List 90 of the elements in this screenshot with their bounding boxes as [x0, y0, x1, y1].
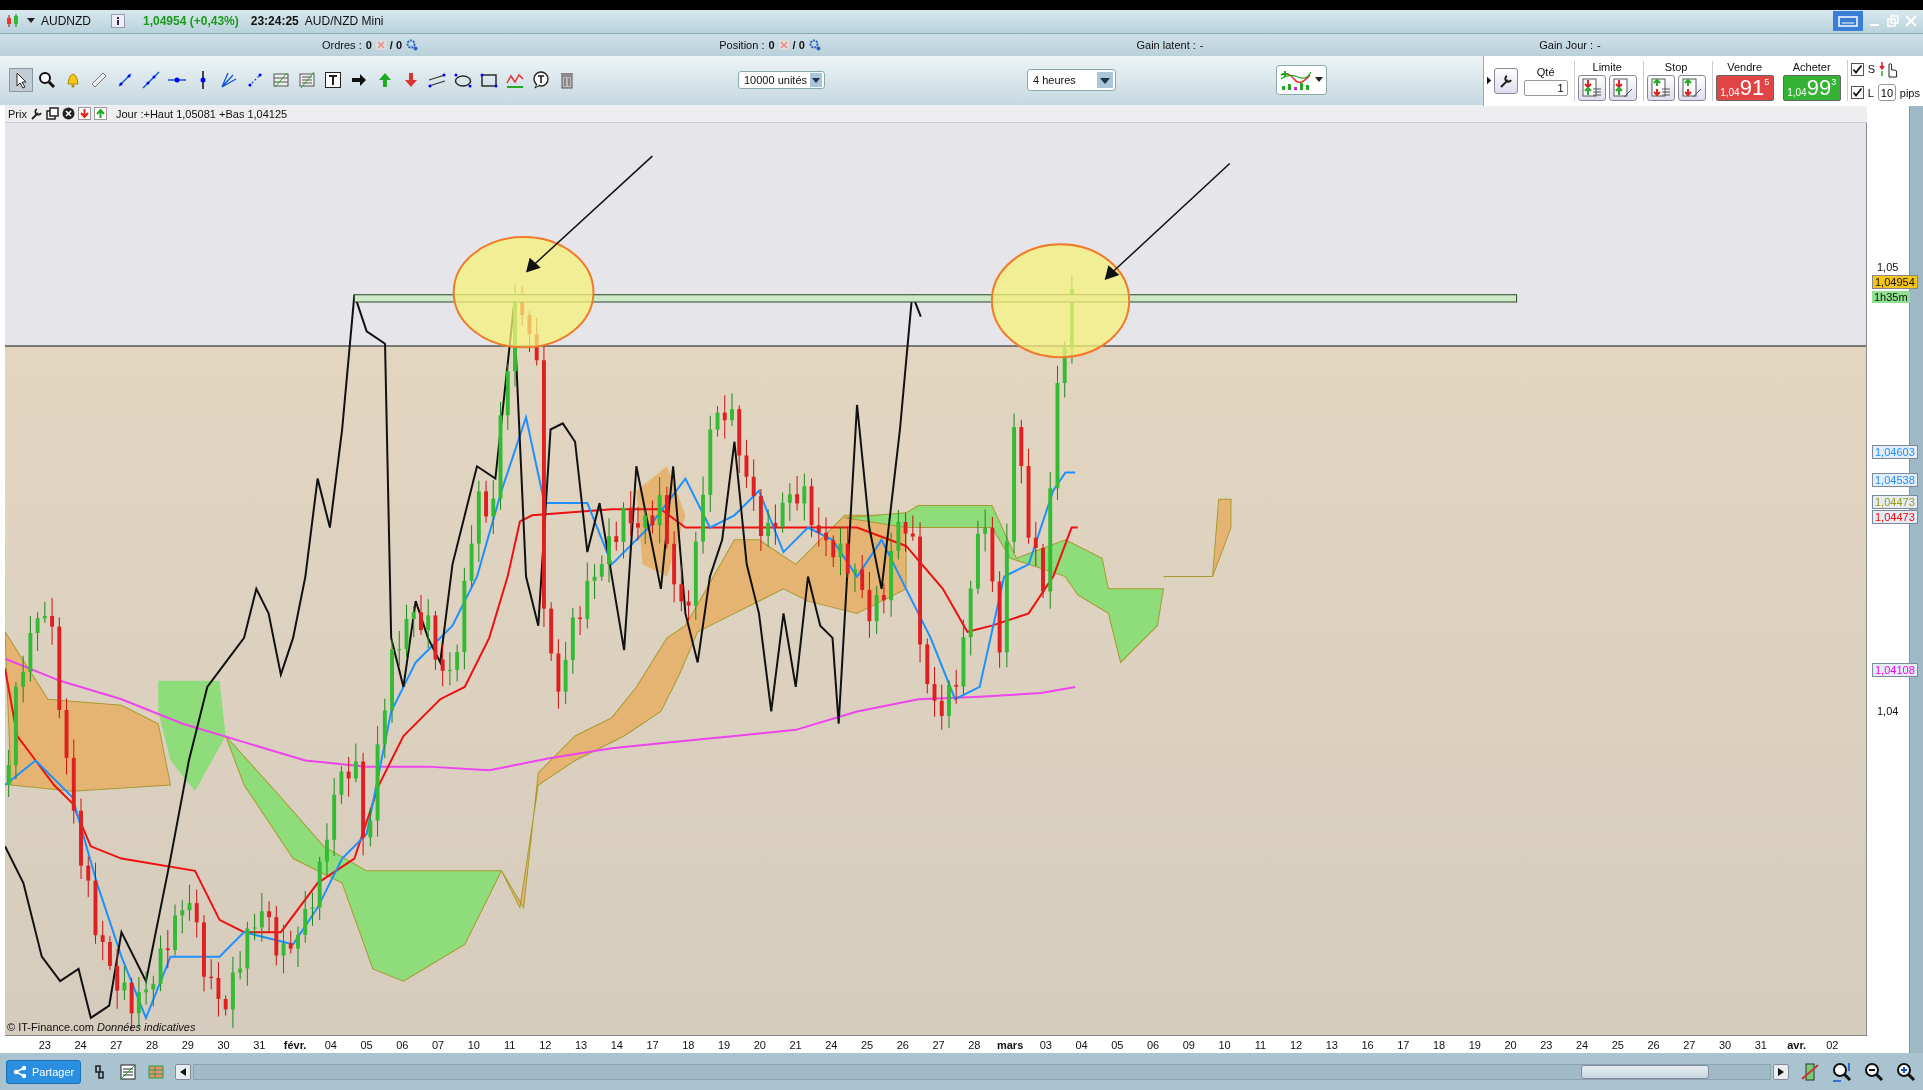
axis-label: 20: [1503, 1038, 1518, 1051]
buy-label: Acheter: [1792, 60, 1831, 73]
axis-label: 18: [681, 1038, 696, 1051]
axis-label: 06: [1146, 1038, 1161, 1051]
indicator-value-label: 1,04538: [1872, 473, 1918, 488]
price-change: 1,04954 (+0,43%): [143, 14, 239, 29]
info-label: Position :: [719, 38, 765, 51]
info-label: Gain latent :: [1136, 38, 1196, 51]
axis-label: 24: [73, 1038, 88, 1051]
axis-label: 31: [252, 1038, 267, 1051]
axis-label: 27: [1682, 1038, 1697, 1051]
info-count: 0: [365, 38, 372, 51]
axis-label: 17: [645, 1038, 660, 1051]
axis-label: 02: [1825, 1038, 1840, 1051]
quantity-label: Qté: [1536, 65, 1555, 78]
chart-label: Prix: [8, 107, 27, 120]
last-price-label: 1,04954: [1872, 275, 1918, 290]
indicator-value-label: 1,04108: [1872, 663, 1918, 678]
disclaimer-text: Données indicatives: [97, 1021, 196, 1034]
indicator-value-label: 1,04473: [1872, 495, 1918, 510]
axis-label: 31: [1753, 1038, 1768, 1051]
quantity-field[interactable]: 1: [1523, 79, 1568, 96]
pips-field[interactable]: 10: [1877, 84, 1896, 102]
checkbox-label: L: [1867, 86, 1874, 99]
axis-label: 27: [109, 1038, 124, 1051]
axis-label: 30: [216, 1038, 231, 1051]
info-count: 0: [768, 38, 775, 51]
axis-label: 24: [824, 1038, 839, 1051]
axis-label: mars: [995, 1038, 1025, 1051]
axis-label: 23: [37, 1038, 52, 1051]
axis-label: 1,04: [1876, 705, 1900, 718]
axis-label: 1,05: [1876, 261, 1900, 274]
symbol-name[interactable]: AUDNZD: [41, 14, 91, 29]
axis-label: 28: [967, 1038, 982, 1051]
axis-label: 04: [1074, 1038, 1089, 1051]
axis-label: 26: [895, 1038, 910, 1051]
axis-label: 14: [609, 1038, 624, 1051]
axis-label: 19: [1467, 1038, 1482, 1051]
axis-label: 18: [1432, 1038, 1447, 1051]
axis-label: 20: [752, 1038, 767, 1051]
info-value: -: [1597, 38, 1601, 51]
axis-label: 11: [1253, 1038, 1268, 1051]
axis-label: 12: [538, 1038, 553, 1051]
axis-label: 09: [1181, 1038, 1196, 1051]
pips-label: pips: [1899, 86, 1920, 99]
axis-label: 07: [431, 1038, 446, 1051]
daily-range-text: Jour :+Haut 1,05081 +Bas 1,04125: [115, 107, 288, 120]
axis-label: 30: [1718, 1038, 1733, 1051]
units-dropdown[interactable]: 10000 unités: [738, 71, 825, 90]
info-label: Gain Jour :: [1539, 38, 1594, 51]
axis-label: avr.: [1786, 1038, 1808, 1051]
axis-label: 10: [1217, 1038, 1232, 1051]
axis-label: 19: [717, 1038, 732, 1051]
info-total: / 0: [389, 38, 403, 51]
indicator-value-label: 1,04473: [1872, 510, 1918, 525]
copyright-text: © IT-Finance.com: [7, 1021, 94, 1034]
info-total: / 0: [792, 38, 805, 51]
period-dropdown[interactable]: 4 heures: [1027, 69, 1116, 92]
axis-label: 13: [1324, 1038, 1339, 1051]
indicator-value-label: 1,04603: [1872, 445, 1918, 460]
sell-label: Vendre: [1727, 60, 1763, 73]
checkbox-label: S: [1867, 63, 1876, 76]
clock-time: 23:24:25: [250, 14, 299, 29]
axis-label: 28: [145, 1038, 160, 1051]
axis-label: 16: [1360, 1038, 1375, 1051]
limit-label: Limite: [1592, 60, 1622, 73]
axis-label: 06: [395, 1038, 410, 1051]
axis-label: 04: [323, 1038, 338, 1051]
info-label: Ordres :: [321, 38, 362, 51]
axis-label: 23: [1539, 1038, 1554, 1051]
axis-label: 13: [574, 1038, 589, 1051]
axis-label: 03: [1038, 1038, 1053, 1051]
stop-label: Stop: [1664, 60, 1688, 73]
countdown-label: 1h35m: [1872, 291, 1910, 304]
axis-label: 27: [931, 1038, 946, 1051]
info-value: -: [1199, 38, 1204, 51]
axis-label: 25: [860, 1038, 875, 1051]
axis-label: 25: [1610, 1038, 1625, 1051]
axis-label: 26: [1646, 1038, 1661, 1051]
axis-label: 17: [1396, 1038, 1411, 1051]
axis-label: 12: [1289, 1038, 1304, 1051]
axis-label: 10: [466, 1038, 481, 1051]
axis-label: févr.: [282, 1038, 308, 1051]
instrument-name: AUD/NZD Mini: [304, 14, 384, 29]
axis-label: 24: [1575, 1038, 1590, 1051]
axis-label: 11: [502, 1038, 517, 1051]
axis-label: 05: [1110, 1038, 1125, 1051]
axis-label: 29: [180, 1038, 195, 1051]
axis-label: 05: [359, 1038, 374, 1051]
axis-label: 21: [788, 1038, 803, 1051]
